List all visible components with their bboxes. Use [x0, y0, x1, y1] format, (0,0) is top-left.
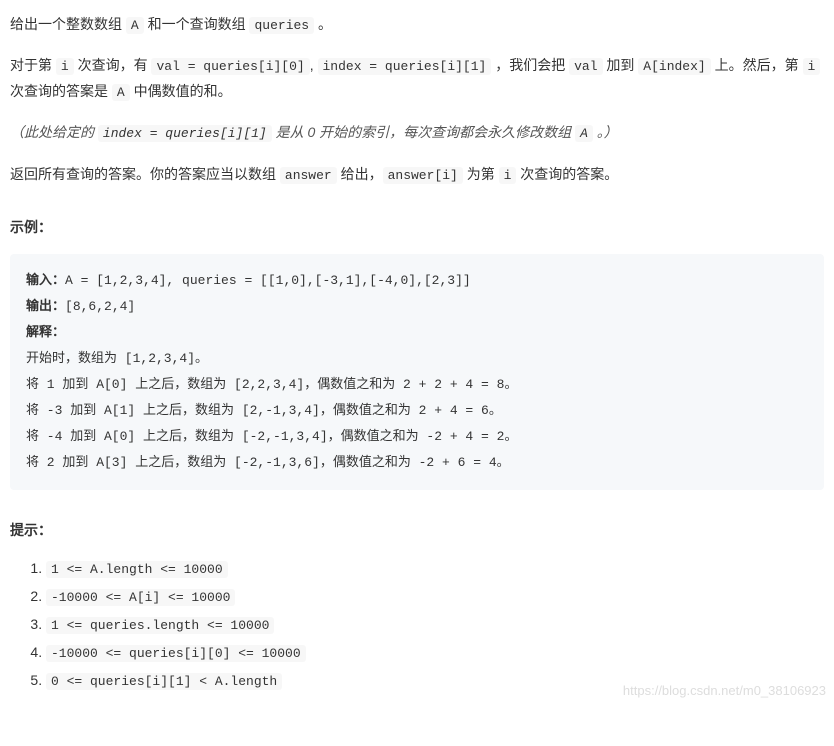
example-explain-0: 开始时，数组为 [1,2,3,4]。 [26, 346, 808, 372]
example-explain-3: 将 -4 加到 A[0] 上之后，数组为 [-2,-1,3,4]，偶数值之和为 … [26, 424, 808, 450]
text: 次查询的答案是 [10, 83, 112, 99]
code-i: i [56, 58, 74, 75]
code-A3: A [575, 125, 593, 142]
hint-item-2: -10000 <= A[i] <= 10000 [46, 585, 824, 609]
output-label: 输出： [26, 299, 65, 314]
output-value: [8,6,2,4] [65, 299, 135, 314]
code-i3: i [499, 167, 517, 184]
hint-item-4: -10000 <= queries[i][0] <= 10000 [46, 641, 824, 665]
example-explain-2: 将 -3 加到 A[1] 上之后，数组为 [2,-1,3,4]，偶数值之和为 2… [26, 398, 808, 424]
text: 中偶数值的和。 [130, 83, 232, 99]
text: 上。然后，第 [711, 57, 803, 73]
hint-item-5: 0 <= queries[i][1] < A.length [46, 669, 824, 693]
text: 。 [314, 16, 332, 32]
input-label: 输入： [26, 273, 65, 288]
hint-item-3: 1 <= queries.length <= 10000 [46, 613, 824, 637]
text: 是从 0 开始的索引，每次查询都会永久修改数组 [272, 124, 575, 140]
explain-label: 解释： [26, 325, 65, 340]
text: 次查询，有 [74, 57, 152, 73]
text: 。） [593, 124, 618, 140]
text: 返回所有查询的答案。你的答案应当以数组 [10, 166, 280, 182]
problem-paragraph-1: 给出一个整数数组 A 和一个查询数组 queries 。 [10, 12, 824, 37]
hint-code: -10000 <= queries[i][0] <= 10000 [46, 645, 306, 662]
hint-code: -10000 <= A[i] <= 10000 [46, 589, 235, 606]
problem-paragraph-4: 返回所有查询的答案。你的答案应当以数组 answer 给出，answer[i] … [10, 162, 824, 187]
hints-title: 提示： [10, 518, 824, 543]
hint-item-1: 1 <= A.length <= 10000 [46, 557, 824, 581]
code-answer-i: answer[i] [383, 167, 463, 184]
code-index-eq: index = queries[i][1] [318, 58, 492, 75]
example-input-line: 输入：A = [1,2,3,4], queries = [[1,0],[-3,1… [26, 268, 808, 294]
example-output-line: 输出：[8,6,2,4] [26, 294, 808, 320]
example-explain-4: 将 2 加到 A[3] 上之后，数组为 [-2,-1,3,6]，偶数值之和为 -… [26, 450, 808, 476]
example-title: 示例： [10, 215, 824, 240]
hint-code: 1 <= queries.length <= 10000 [46, 617, 274, 634]
example-explain-1: 将 1 加到 A[0] 上之后，数组为 [2,2,3,4]，偶数值之和为 2 +… [26, 372, 808, 398]
text: 对于第 [10, 57, 56, 73]
problem-paragraph-3-note: （此处给定的 index = queries[i][1] 是从 0 开始的索引，… [10, 120, 824, 145]
text: , [310, 57, 318, 73]
hint-code: 1 <= A.length <= 10000 [46, 561, 228, 578]
code-index-q: index = queries[i][1] [98, 125, 272, 142]
text: ，我们会把 [491, 57, 569, 73]
text: 和一个查询数组 [144, 16, 250, 32]
code-i2: i [803, 58, 821, 75]
problem-paragraph-2: 对于第 i 次查询，有 val = queries[i][0], index =… [10, 53, 824, 104]
text: （此处给定的 [10, 124, 98, 140]
text: 次查询的答案。 [516, 166, 618, 182]
code-val: val [569, 58, 602, 75]
code-queries: queries [249, 17, 314, 34]
text: 给出一个整数数组 [10, 16, 126, 32]
input-value: A = [1,2,3,4], queries = [[1,0],[-3,1],[… [65, 273, 471, 288]
hint-code: 0 <= queries[i][1] < A.length [46, 673, 282, 690]
hints-list: 1 <= A.length <= 10000 -10000 <= A[i] <=… [46, 557, 824, 692]
code-answer: answer [280, 167, 337, 184]
example-explain-line: 解释： [26, 320, 808, 346]
text: 给出， [337, 166, 383, 182]
code-A2: A [112, 84, 130, 101]
example-block: 输入：A = [1,2,3,4], queries = [[1,0],[-3,1… [10, 254, 824, 490]
text: 为第 [463, 166, 499, 182]
code-A: A [126, 17, 144, 34]
text: 加到 [603, 57, 639, 73]
code-aindex: A[index] [638, 58, 710, 75]
code-val-eq: val = queries[i][0] [151, 58, 309, 75]
